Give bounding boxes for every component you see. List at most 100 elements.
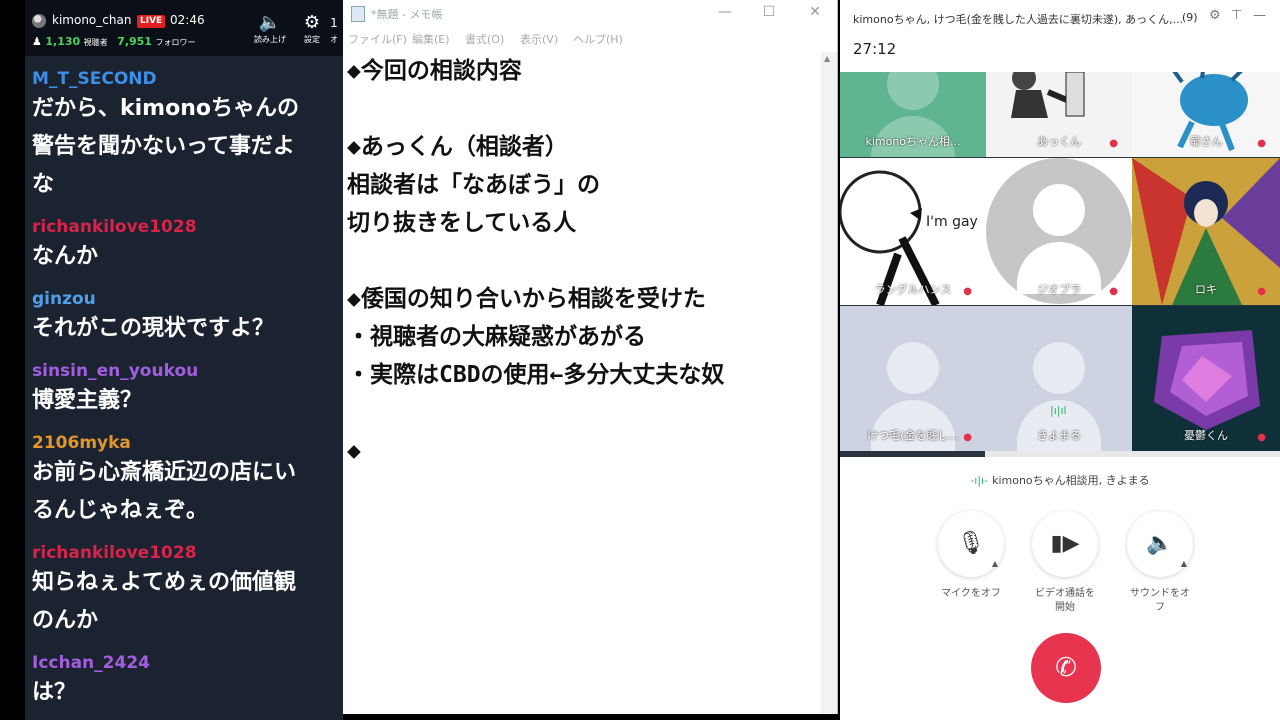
notepad-icon xyxy=(351,6,365,22)
chevron-up-icon[interactable]: ▲ xyxy=(992,559,998,568)
minimize-icon[interactable]: — xyxy=(1253,8,1266,23)
grid-scrollbar[interactable] xyxy=(985,451,1280,457)
phone-hangup-icon: ✆ xyxy=(1055,653,1077,683)
speaking-wave-icon: -ı|ı- xyxy=(970,474,989,487)
notepad-line: ◆あっくん（相談者） xyxy=(347,134,568,160)
call-title: kimonoちゃん, けつ毛(金を賎した人過去に裏切未遂), あっくん,... xyxy=(853,13,1184,26)
chat-username[interactable]: 2106myka xyxy=(32,432,343,454)
chat-username[interactable]: sinsin_en_youkou xyxy=(32,360,343,382)
chat-message: M_T_SECOND だから、kimonoちゃんの 警告を聞かないって事だよな xyxy=(25,68,343,204)
live-badge: LIVE xyxy=(137,15,166,28)
participant-tile[interactable]: 蜀さん ● xyxy=(1132,72,1280,157)
chat-panel: kimono_chan LIVE 02:46 ♟ 1,130 視聴者 7,951… xyxy=(0,0,343,720)
notepad-text-area[interactable]: ◆今回の相談内容 ◆あっくん（相談者） 相談者は「なあぼう」の 切り抜きをしている人 ◆… xyxy=(347,52,817,470)
current-speaker: -ı|ı-kimonoちゃん相談用, きよまる xyxy=(840,472,1280,488)
menu-edit[interactable]: 編集(E) xyxy=(412,31,450,47)
hang-up-button[interactable]: ✆ xyxy=(1031,633,1101,703)
pin-icon[interactable]: ⊤ xyxy=(1231,8,1242,23)
notepad-line: ◆ xyxy=(347,438,361,464)
sound-toggle[interactable]: 🔈 ▲ サウンドをオフ xyxy=(1126,511,1194,615)
avatar xyxy=(32,14,46,28)
participant-tile[interactable]: 憂鬱くん ● xyxy=(1132,306,1280,451)
settings-gear-icon[interactable]: ⚙ xyxy=(1209,8,1221,23)
stats-row: ♟ 1,130 視聴者 7,951 フォロワー xyxy=(32,35,201,48)
chat-message: richankilove1028 なんか xyxy=(25,216,343,276)
muted-mic-icon: ● xyxy=(1109,138,1118,149)
notepad-window[interactable]: *無題 - メモ帳 — ☐ ✕ ファイル(F) 編集(E) 書式(O) 表示(V… xyxy=(343,0,838,714)
microphone-icon: 🎙 xyxy=(957,531,985,556)
notepad-scrollbar[interactable]: ▲ xyxy=(821,52,837,714)
viewer-label: 視聴者 xyxy=(83,38,108,47)
mic-toggle[interactable]: 🎙 ▲ マイクをオフ xyxy=(937,511,1005,601)
participant-name: きよまる xyxy=(1037,429,1081,442)
speaking-wave-icon: |ı|ıl xyxy=(1050,404,1067,417)
notepad-title: *無題 - メモ帳 xyxy=(371,8,443,21)
notepad-line: ◆倭国の知り合いから相談を受けた xyxy=(347,286,706,312)
overlay-caption: I'm gay xyxy=(926,214,978,230)
call-timer: 27:12 xyxy=(853,40,897,58)
video-camera-icon: ▮▶ xyxy=(1050,531,1080,556)
chat-username[interactable]: ginzou xyxy=(32,288,343,310)
muted-mic-icon: ● xyxy=(963,432,972,443)
close-button[interactable]: ✕ xyxy=(803,4,827,20)
video-label-line2: 開始 xyxy=(1055,602,1075,613)
stream-elapsed-time: 02:46 xyxy=(170,13,205,27)
notepad-line: ◆今回の相談内容 xyxy=(347,58,522,84)
chat-username[interactable]: Icchan_2424 xyxy=(32,652,343,674)
notepad-line xyxy=(347,242,817,280)
muted-mic-icon: ● xyxy=(1257,286,1266,297)
notepad-titlebar[interactable]: *無題 - メモ帳 — ☐ ✕ xyxy=(343,0,837,28)
options-button[interactable]: 1 オ xyxy=(325,12,343,45)
chat-username[interactable]: richankilove1028 xyxy=(32,216,343,238)
follower-label: フォロワー xyxy=(155,38,196,47)
menu-format[interactable]: 書式(O) xyxy=(465,31,504,47)
chat-message-text: なんか xyxy=(32,244,99,269)
muted-mic-icon: ● xyxy=(1257,432,1266,443)
menu-file[interactable]: ファイル(F) xyxy=(348,31,407,47)
chat-message-text: な xyxy=(32,172,55,197)
chat-message-text: 警告を聞かないって事だよ xyxy=(32,134,295,159)
notepad-line: 相談者は「なあぼう」の xyxy=(347,172,600,198)
chat-message-text: 博愛主義？ xyxy=(32,388,143,413)
video-toggle[interactable]: ▮▶ ビデオ通話を 開始 xyxy=(1031,511,1099,615)
follower-count: 7,951 xyxy=(117,35,152,48)
readaloud-button[interactable]: 🔈 読み上げ xyxy=(250,12,290,45)
chat-username[interactable]: M_T_SECOND xyxy=(32,68,343,90)
chat-message-list[interactable]: M_T_SECOND だから、kimonoちゃんの 警告を聞かないって事だよな ric… xyxy=(25,56,343,720)
scroll-up-icon[interactable]: ▲ xyxy=(824,54,830,63)
participant-tile[interactable]: kimonoちゃん相... xyxy=(840,72,986,157)
chat-username[interactable]: richankilove1028 xyxy=(32,542,343,564)
participant-tile[interactable]: I'm gay ラングルハンス ● xyxy=(840,158,986,305)
chat-message-text: 知らねぇよてめぇの価値観 xyxy=(32,570,297,595)
video-button[interactable]: ▮▶ xyxy=(1032,511,1098,577)
chat-message: sinsin_en_youkou 博愛主義？ xyxy=(25,360,343,420)
viewers-icon: ♟ xyxy=(32,35,42,48)
menu-view[interactable]: 表示(V) xyxy=(520,31,558,47)
menu-help[interactable]: ヘルプ(H) xyxy=(573,31,623,47)
participant-tile[interactable]: |ı|ıl きよまる xyxy=(986,306,1132,451)
chat-message: 2106myka お前ら心斎橋近辺の店にい るんじゃねぇぞ。 xyxy=(25,432,343,530)
participant-tile[interactable]: ジオプラ ● xyxy=(986,158,1132,305)
sound-button[interactable]: 🔈 ▲ xyxy=(1127,511,1193,577)
participant-tile[interactable]: あっくん ● xyxy=(986,72,1132,157)
chevron-up-icon[interactable]: ▲ xyxy=(1181,559,1187,568)
participant-tile[interactable]: けつ毛(金を賎し... ● xyxy=(840,306,986,451)
participant-grid: kimonoちゃん相... あっくん ● 蜀さん ● I'm gay ラングルハ… xyxy=(840,72,1280,457)
speaker-icon: 🔈 xyxy=(258,12,282,33)
chat-message: ginzou それがこの現状ですよ？ xyxy=(25,288,343,348)
video-label-line1: ビデオ通話を xyxy=(1035,588,1095,599)
mic-button[interactable]: 🎙 ▲ xyxy=(938,511,1004,577)
notepad-line: ・実際はCBDの使用←多分大丈夫な奴 xyxy=(347,362,725,388)
maximize-button[interactable]: ☐ xyxy=(757,4,781,20)
notepad-line: 切り抜きをしている人 xyxy=(347,210,577,236)
chat-header: kimono_chan LIVE 02:46 ♟ 1,130 視聴者 7,951… xyxy=(25,0,343,56)
participant-count: (9) xyxy=(1182,11,1198,24)
minimize-button[interactable]: — xyxy=(713,4,737,20)
viewer-count: 1,130 xyxy=(45,35,81,48)
participant-name: kimonoちゃん相... xyxy=(865,135,961,148)
mic-label: マイクをオフ xyxy=(941,588,1001,599)
options-icon: 1 xyxy=(330,16,338,30)
participant-tile[interactable]: ロキ ● xyxy=(1132,158,1280,305)
video-label: ビデオ通話を 開始 xyxy=(1031,587,1099,615)
voice-call-window: kimonoちゃん, けつ毛(金を賎した人過去に裏切未遂), あっくん,... … xyxy=(840,0,1280,720)
